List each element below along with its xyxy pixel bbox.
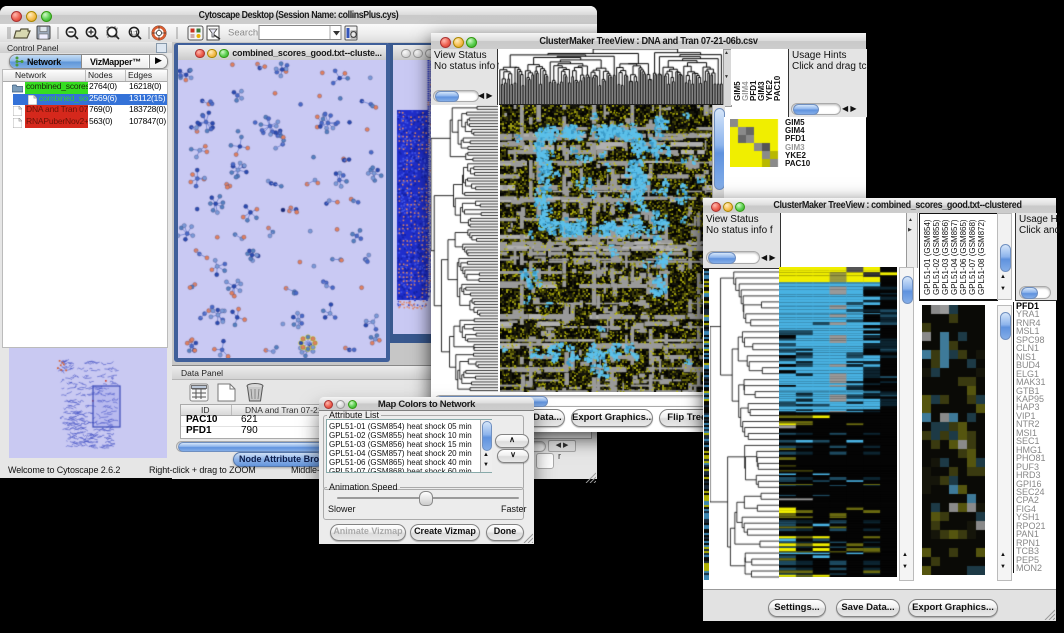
svg-text:1:1: 1:1 (130, 31, 138, 37)
svg-text:Search:: Search: (228, 28, 261, 39)
